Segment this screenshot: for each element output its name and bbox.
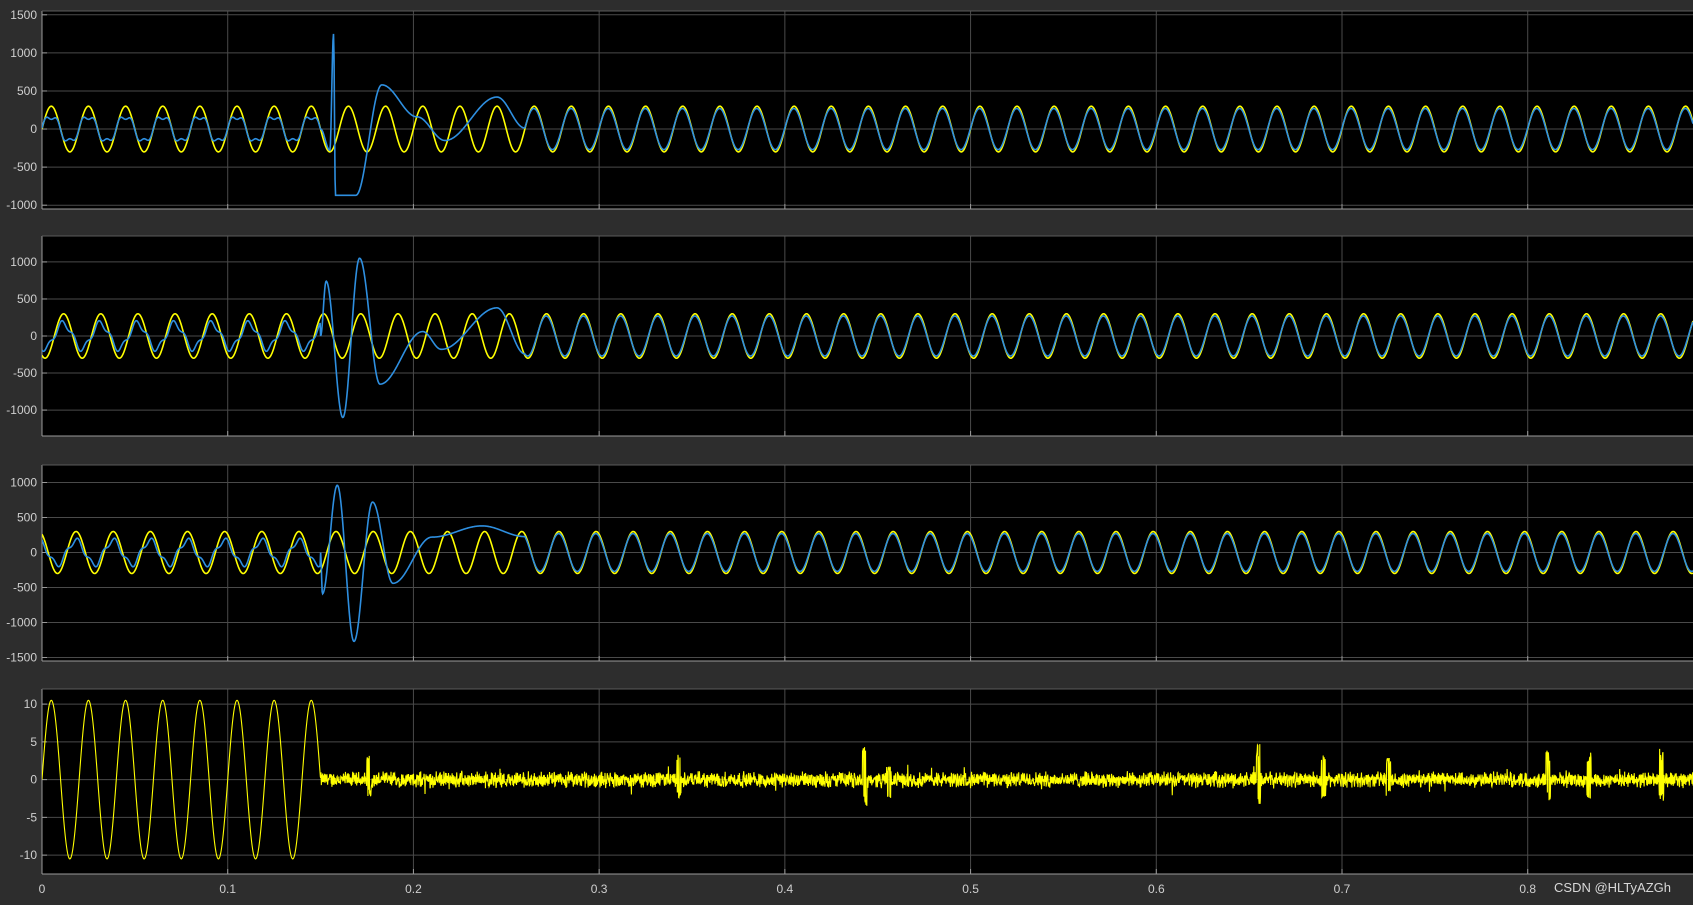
scope-panel-3: 1000 500 0 -500 -1000 -1500 [6,464,1693,665]
y-tick-label: 500 [17,511,37,525]
x-tick-label: 0.7 [1334,882,1351,896]
y-tick-label: 500 [17,292,37,306]
x-tick-label: 0.5 [962,882,979,896]
watermark-text: CSDN @HLTyAZGh [1554,880,1671,895]
plot-area [42,11,1693,209]
y-tick-label: 1000 [10,255,37,269]
y-tick-label: 5 [30,735,37,749]
x-tick-label: 0.6 [1148,882,1165,896]
y-tick-label: 0 [30,329,37,343]
x-tick-label: 0.3 [591,882,608,896]
scope-panel-2: 1000 500 0 -500 -1000 [6,235,1693,437]
scope-figure: 150010005000-500-100010005000-500-100010… [0,0,1693,905]
y-tick-label: 0 [30,122,37,136]
y-tick-label: 0 [30,546,37,560]
y-tick-label: -1000 [6,403,37,417]
x-tick-label: 0.8 [1519,882,1536,896]
y-tick-label: 0 [30,773,37,787]
y-tick-label: -500 [13,160,37,174]
scope-panel-1: 1500 1000 500 0 -500 -1000 [6,8,1693,212]
scope-panel-4: 10 5 0 -5 -10 0 0.1 0.2 0.3 0.4 0.5 0.6 0.7 0.8 [20,688,1693,896]
y-tick-label: 1000 [10,476,37,490]
y-tick-label: -500 [13,366,37,380]
x-tick-label: 0.2 [405,882,422,896]
x-tick-label: 0 [39,882,46,896]
x-tick-label: 0.1 [219,882,236,896]
y-tick-label: 1000 [10,46,37,60]
y-tick-label: -500 [13,581,37,595]
y-tick-label: -5 [26,810,37,824]
y-tick-label: 1500 [10,8,37,22]
y-tick-label: 10 [24,697,38,711]
y-tick-label: -1500 [6,651,37,665]
y-tick-label: -1000 [6,616,37,630]
plot-area [42,465,1693,661]
y-tick-label: -10 [20,848,38,862]
y-tick-label: -1000 [6,198,37,212]
x-tick-label: 0.4 [777,882,794,896]
y-tick-label: 500 [17,84,37,98]
